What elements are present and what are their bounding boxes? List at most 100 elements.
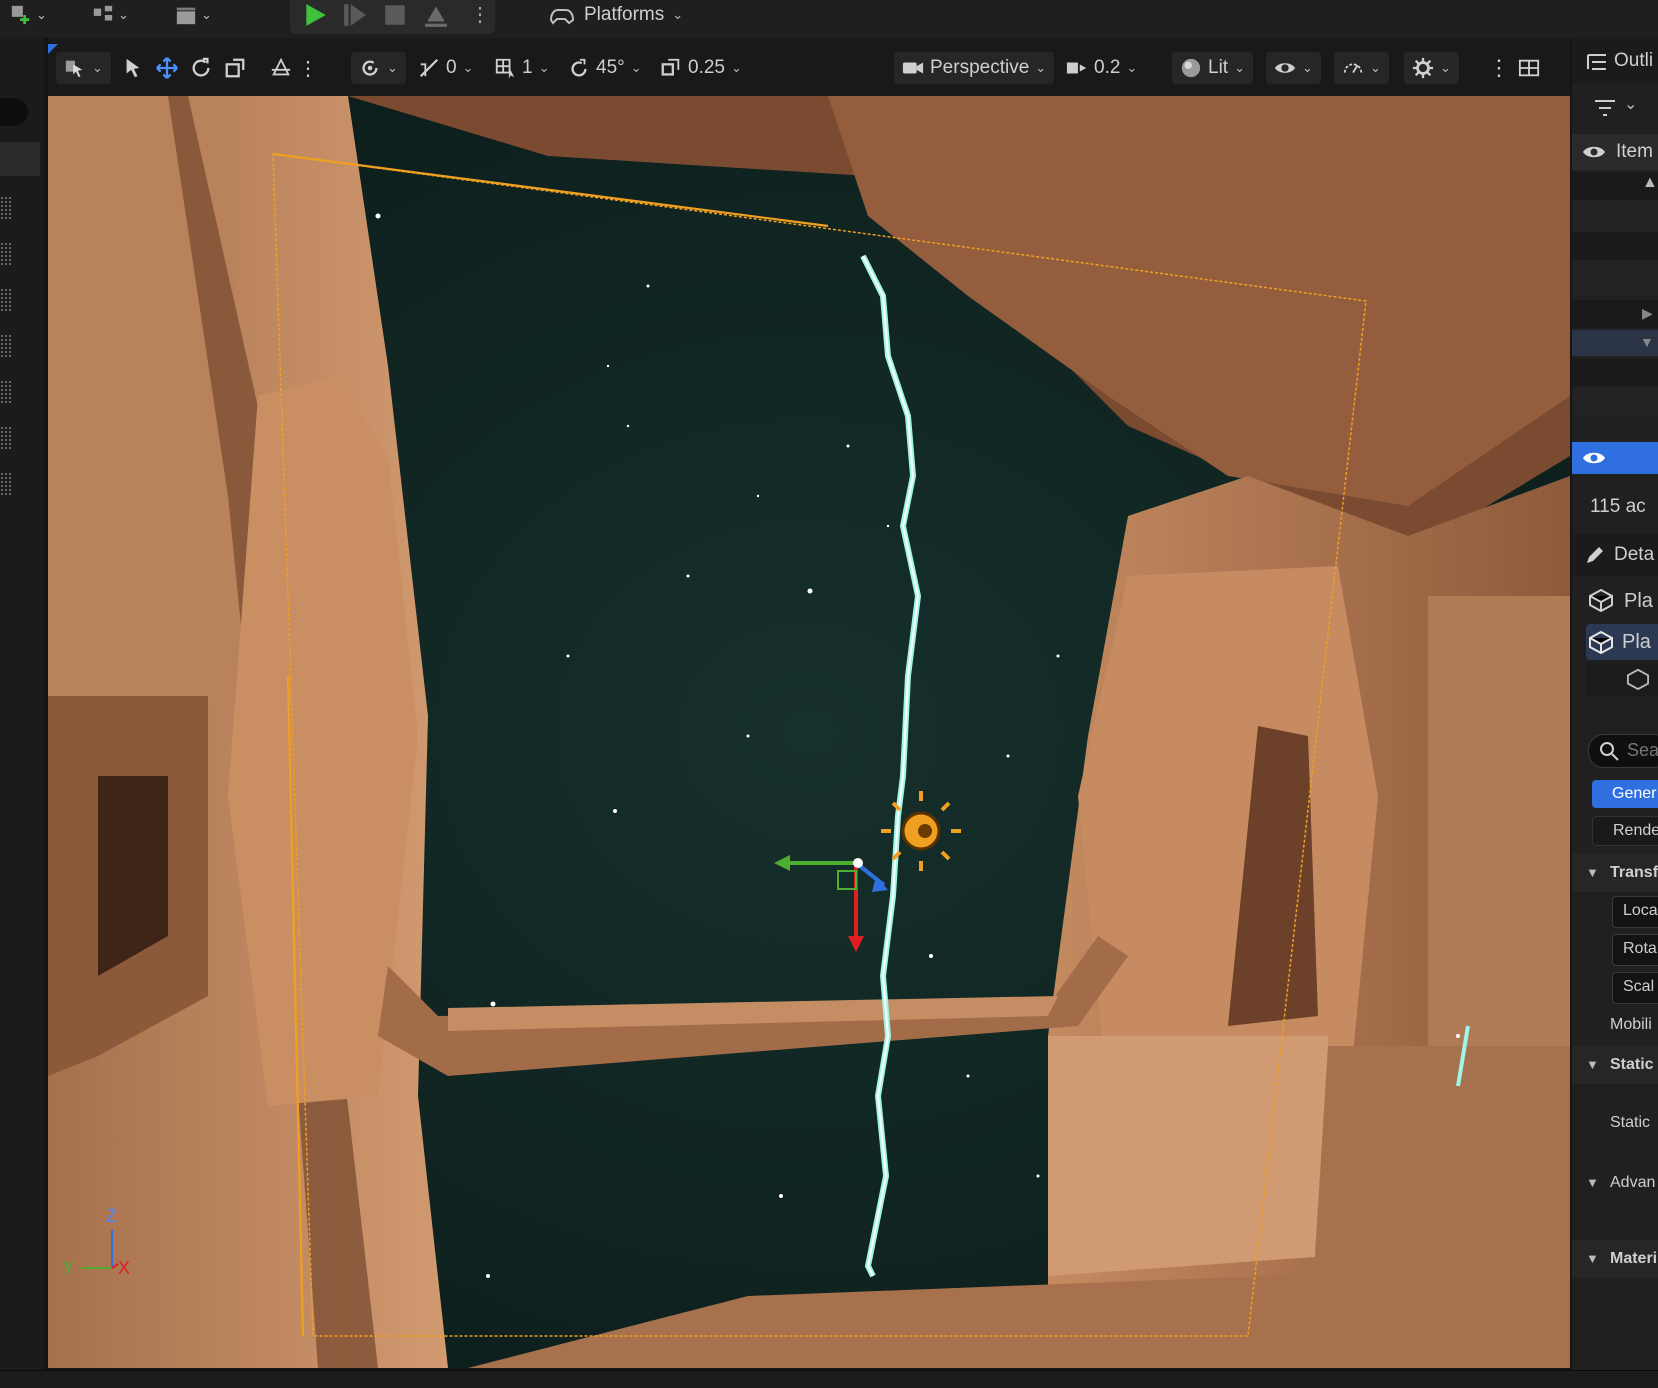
grid-icon [495, 58, 515, 79]
advanced-section-header[interactable]: ▼ Advan [1572, 1164, 1658, 1202]
add-content-button[interactable]: ⌄ [10, 0, 47, 30]
layout-grid-icon [1518, 59, 1540, 77]
outliner-list-icon [1587, 54, 1606, 70]
eye-icon[interactable] [1582, 144, 1606, 160]
scale-snap-icon [661, 58, 680, 76]
drag-grip-icon[interactable] [0, 426, 12, 450]
details-component-row[interactable]: Pla [1586, 624, 1658, 660]
outliner-row-selected[interactable] [1572, 442, 1658, 474]
translate-snap-dropdown[interactable]: 0 ⌄ [418, 52, 473, 84]
materials-section-header[interactable]: ▼ Materi [1572, 1240, 1658, 1278]
search-placeholder: Sea [1627, 740, 1658, 760]
blueprint-button[interactable]: ⌄ [92, 0, 129, 30]
outliner-row[interactable] [1572, 202, 1658, 230]
outliner-tab[interactable]: Outli [1572, 38, 1658, 84]
static-mesh-icon [1627, 668, 1649, 690]
more-options-icon: ⋮ [1488, 55, 1510, 80]
axis-y-label: Y [62, 1258, 75, 1278]
outliner-row[interactable]: ▲ [1572, 172, 1658, 200]
eject-icon[interactable] [422, 2, 450, 28]
details-tab[interactable]: Deta [1572, 534, 1658, 576]
tab-general-label: Gener [1612, 785, 1657, 802]
location-field[interactable]: Loca [1612, 896, 1658, 928]
outliner-footer: 115 ac [1572, 484, 1658, 530]
main-toolbar: ⌄ ⌄ ⌄ ⋮ Platforms ⌄ [0, 0, 1658, 39]
drag-grip-icon[interactable] [0, 242, 12, 266]
rotate-tool-button[interactable] [190, 52, 212, 84]
scale-field[interactable]: Scal [1612, 972, 1658, 1004]
tab-general[interactable]: Gener [1592, 780, 1658, 808]
drag-grip-icon[interactable] [0, 288, 12, 312]
perspective-dropdown[interactable]: Perspective ⌄ [894, 52, 1055, 84]
scale-snap-dropdown[interactable]: 0.25 ⌄ [660, 52, 742, 84]
outliner-row-highlighted[interactable]: ▼ [1572, 330, 1658, 356]
scale-icon [225, 58, 245, 78]
details-search-input[interactable]: Sea [1588, 734, 1658, 768]
chevron-down-icon: ⌄ [672, 7, 684, 22]
grid-snap-dropdown[interactable]: 1 ⌄ [494, 52, 549, 84]
outliner-row[interactable] [1572, 232, 1658, 260]
viewport-layout-button[interactable] [1518, 52, 1540, 84]
coordinate-space-dropdown[interactable]: ⌄ [351, 52, 406, 84]
show-flags-dropdown[interactable]: ⌄ [1266, 52, 1321, 84]
performance-dropdown[interactable]: ⌄ [1334, 52, 1389, 84]
more-options-icon[interactable]: ⋮ [470, 2, 490, 27]
viewport-settings-dropdown[interactable]: ⌄ [1404, 52, 1459, 84]
materials-section-title: Materi [1610, 1250, 1658, 1267]
surface-snapping-button[interactable]: ⋮ [270, 52, 318, 84]
static-mesh-section-title: Static [1610, 1056, 1654, 1073]
select-mode-dropdown[interactable]: ⌄ [56, 52, 111, 84]
eye-icon[interactable] [1582, 450, 1606, 466]
outliner-row[interactable] [1572, 358, 1658, 386]
clapperboard-icon [176, 7, 196, 25]
step-icon[interactable] [342, 2, 368, 28]
rotation-field[interactable]: Rota [1612, 934, 1658, 966]
level-viewport[interactable]: ⌄ ⋮ ⌄ 0 ⌄ 1 ⌄ 45° ⌄ 0.25 ⌄ Perspective ⌄… [48, 38, 1570, 1368]
chevron-down-icon: ⌄ [1302, 60, 1313, 75]
scene-render[interactable] [48, 96, 1570, 1368]
translate-snap-value: 0 [446, 57, 457, 78]
expand-arrow-icon[interactable]: ▶ [1642, 305, 1653, 322]
static-mesh-icon [1589, 630, 1613, 654]
drag-grip-icon[interactable] [0, 334, 12, 358]
lighting-mode-dropdown[interactable]: Lit ⌄ [1172, 52, 1253, 84]
outliner-item-column[interactable]: Item [1616, 141, 1653, 163]
scale-tool-button[interactable] [224, 52, 246, 84]
stop-icon[interactable] [382, 2, 408, 28]
chevron-down-icon[interactable]: ⌄ [1624, 94, 1637, 114]
outliner-row[interactable]: ▶ [1572, 300, 1658, 328]
drag-grip-icon[interactable] [0, 472, 12, 496]
eye-icon [1274, 63, 1296, 73]
viewport-more-button[interactable]: ⋮ [1488, 52, 1510, 84]
outliner-header-row: Item [1572, 134, 1658, 170]
play-icon[interactable] [302, 2, 328, 28]
surface-snap-icon [271, 57, 291, 76]
outliner-filter-row: ⌄ [1572, 84, 1658, 130]
pencil-icon [1587, 547, 1603, 563]
cinematics-button[interactable]: ⌄ [175, 0, 212, 30]
details-subcomponent-row[interactable] [1586, 662, 1658, 696]
transform-section-header[interactable]: ▼ Transf [1572, 854, 1658, 892]
chevron-down-icon: ⌄ [1234, 60, 1245, 75]
platforms-button[interactable]: Platforms ⌄ [548, 0, 683, 30]
chevron-down-icon: ⌄ [387, 60, 398, 75]
select-tool-button[interactable] [122, 52, 144, 84]
translate-tool-button[interactable] [156, 52, 178, 84]
rotation-snap-dropdown[interactable]: 45° ⌄ [568, 52, 642, 84]
dock-tab[interactable] [0, 98, 28, 126]
outliner-row[interactable] [1572, 388, 1658, 416]
drag-grip-icon[interactable] [0, 380, 12, 404]
camera-speed-dropdown[interactable]: 0.2 ⌄ [1066, 52, 1137, 84]
dock-tab-selected[interactable] [0, 142, 40, 176]
drag-grip-icon[interactable] [0, 196, 12, 220]
chevron-down-icon: ⌄ [1440, 60, 1451, 75]
details-actor-row[interactable]: Pla [1572, 578, 1658, 622]
rotate-icon [192, 57, 210, 77]
static-mesh-section-header[interactable]: ▼ Static [1572, 1046, 1658, 1084]
filter-icon[interactable] [1594, 98, 1620, 118]
chevron-down-icon: ⌄ [1370, 60, 1381, 75]
blueprint-icon [93, 5, 113, 21]
collapse-arrow-icon[interactable]: ▼ [1640, 334, 1654, 350]
tab-rendering[interactable]: Rende [1592, 816, 1658, 846]
outliner-row[interactable] [1572, 260, 1658, 294]
